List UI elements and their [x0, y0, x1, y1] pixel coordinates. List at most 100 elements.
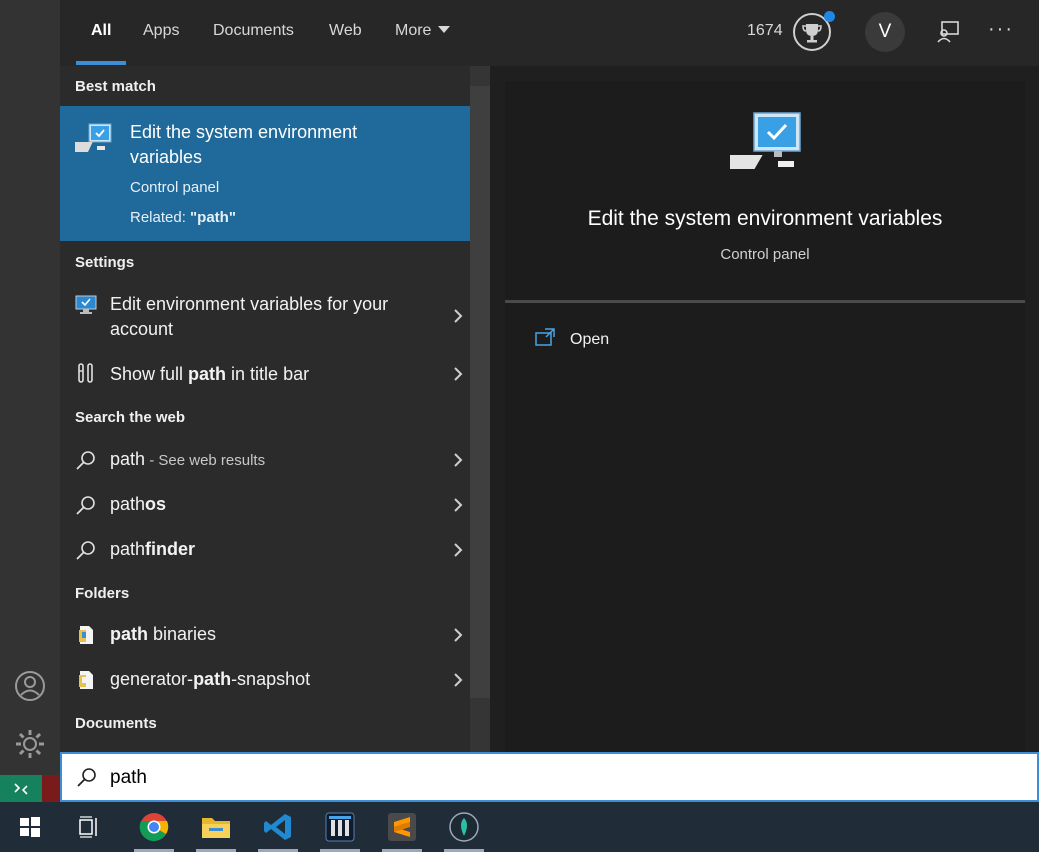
avatar[interactable]: V [865, 12, 905, 52]
label-post: binaries [148, 624, 217, 644]
notification-dot [824, 11, 835, 22]
label-bold: path [110, 624, 148, 644]
section-documents: Documents [75, 715, 157, 732]
editor-status-bar [0, 775, 60, 802]
settings-item-label: Show full path in title bar [110, 362, 309, 387]
web-item[interactable]: pathos [60, 485, 470, 525]
taskbar-chrome[interactable] [130, 802, 178, 852]
computer-settings-icon [75, 123, 112, 152]
chevron-right-icon[interactable] [452, 452, 464, 468]
remote-indicator[interactable] [0, 775, 42, 802]
chevron-right-icon[interactable] [452, 308, 464, 324]
label-bold: path [188, 364, 227, 384]
tab-documents[interactable]: Documents [213, 22, 294, 40]
rewards-points: 1674 [747, 22, 783, 39]
label-suffix: - See web results [145, 452, 266, 469]
tab-all[interactable]: All [91, 22, 111, 40]
taskbar-app-circle[interactable] [440, 802, 488, 852]
chevron-right-icon[interactable] [452, 497, 464, 513]
scrollbar-thumb[interactable] [470, 86, 490, 698]
settings-item-label: Edit environment variables for your acco… [110, 294, 389, 339]
chevron-down-icon [438, 26, 451, 33]
search-input[interactable] [110, 764, 990, 792]
computer-settings-icon [730, 112, 801, 169]
taskbar-app-dark[interactable] [316, 802, 364, 852]
chevron-right-icon[interactable] [452, 627, 464, 643]
active-tab-indicator [76, 61, 126, 65]
search-icon [76, 541, 95, 560]
trophy-icon[interactable] [793, 11, 835, 51]
best-match-related: Related: "path" [130, 209, 236, 226]
folder-icon [202, 818, 230, 838]
web-item[interactable]: path - See web results [60, 440, 470, 480]
search-icon [76, 451, 95, 470]
folder-item-label: path binaries [110, 622, 216, 647]
windows-logo-icon [20, 817, 40, 837]
taskbar-file-explorer[interactable] [192, 802, 240, 852]
search-panel: All Apps Documents Web More 1674 V ··· B… [60, 0, 1039, 752]
settings-item-full-path[interactable]: Show full path in title bar [60, 354, 470, 394]
results-list: Best match Edit the system environment v… [60, 66, 490, 752]
label-pre: Show full [110, 364, 189, 384]
best-match-item[interactable]: Edit the system environment variables Co… [60, 106, 490, 241]
chevron-right-icon[interactable] [452, 366, 464, 382]
preview-divider [505, 300, 1025, 303]
folder-icon [79, 626, 93, 644]
search-box[interactable] [60, 752, 1039, 802]
app-icon [325, 812, 355, 842]
taskbar-vscode[interactable] [254, 802, 302, 852]
chevron-right-icon[interactable] [452, 672, 464, 688]
gear-icon[interactable] [13, 727, 47, 761]
folder-icon [79, 671, 93, 689]
label-pre: path [110, 494, 146, 514]
related-prefix: Related: [130, 209, 191, 226]
search-icon [76, 496, 95, 515]
desktop: All Apps Documents Web More 1674 V ··· B… [0, 0, 1039, 852]
editor-activity-bar [0, 0, 60, 775]
chrome-icon [139, 813, 169, 842]
web-item-label: pathfinder [110, 537, 195, 562]
section-best-match: Best match [75, 78, 156, 95]
branch-indicator[interactable] [42, 775, 60, 802]
folder-item-label: generator-path-snapshot [110, 667, 310, 692]
tab-more[interactable]: More [395, 22, 451, 40]
best-match-subtitle: Control panel [130, 179, 220, 196]
tab-web[interactable]: Web [329, 22, 362, 40]
task-view-icon [79, 816, 97, 838]
related-term: "path" [190, 209, 236, 226]
web-item-label: pathos [110, 492, 166, 517]
feedback-icon[interactable] [936, 20, 960, 44]
open-icon[interactable] [535, 328, 555, 346]
sublime-text-icon [388, 813, 416, 841]
label-bold: os [145, 494, 167, 514]
best-match-title: Edit the system environment variables [130, 122, 358, 167]
label-bold: path [193, 669, 232, 689]
open-action-label[interactable]: Open [570, 331, 609, 349]
preview-pane: Edit the system environment variables Co… [505, 81, 1025, 752]
search-tabs-bar: All Apps Documents Web More 1674 V ··· [60, 0, 1039, 66]
web-item-label: path - See web results [110, 447, 265, 473]
vscode-icon [264, 814, 291, 840]
settings-item-env-vars[interactable]: Edit environment variables for your acco… [60, 288, 470, 344]
taskbar [0, 802, 1039, 852]
label-pre: generator- [110, 669, 194, 689]
taskbar-sublime[interactable] [378, 802, 426, 852]
tools-icon [78, 363, 93, 383]
web-item[interactable]: pathfinder [60, 530, 470, 570]
section-settings: Settings [75, 254, 135, 271]
folder-item[interactable]: path binaries [60, 615, 470, 655]
start-button[interactable] [6, 802, 54, 852]
account-icon[interactable] [13, 669, 47, 703]
tab-apps[interactable]: Apps [143, 22, 179, 40]
search-icon [77, 768, 96, 787]
folder-item[interactable]: generator-path-snapshot [60, 660, 470, 700]
app-icon [449, 812, 479, 842]
preview-subtitle: Control panel [720, 246, 810, 263]
tab-more-label: More [395, 22, 432, 39]
chevron-right-icon[interactable] [452, 542, 464, 558]
preview-title: Edit the system environment variables [587, 207, 943, 230]
task-view-button[interactable] [66, 802, 114, 852]
label-post: -snapshot [231, 669, 311, 689]
trophy-glyph [802, 24, 822, 43]
ellipsis-icon[interactable]: ··· [988, 18, 1014, 41]
